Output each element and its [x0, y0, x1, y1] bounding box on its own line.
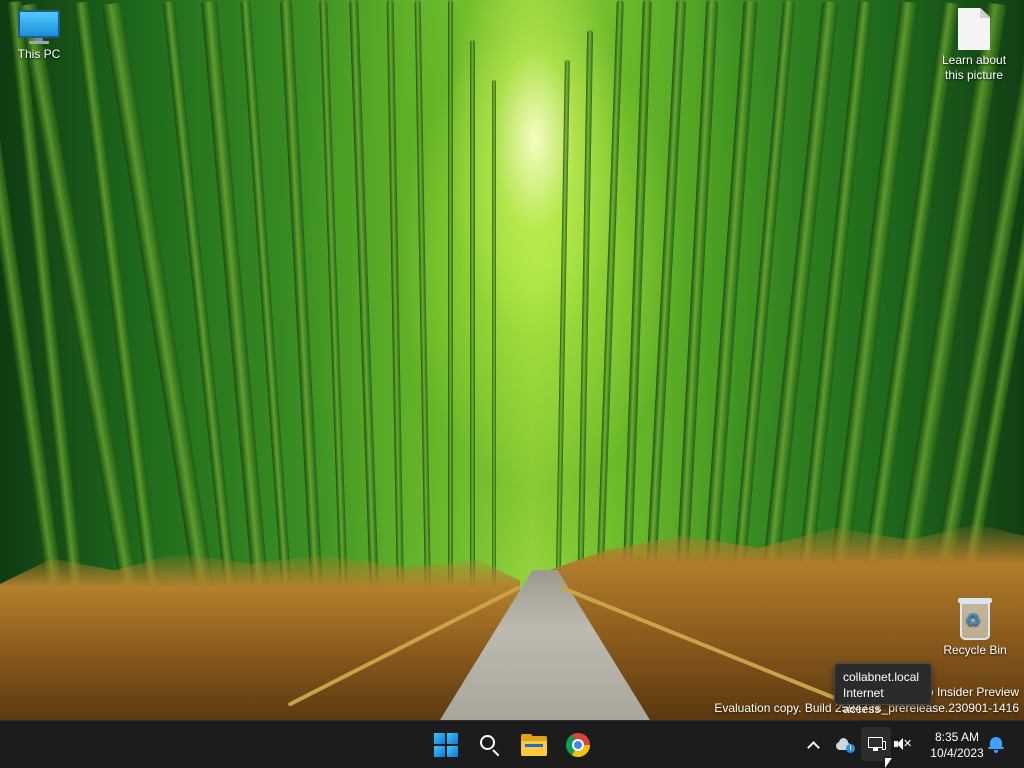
desktop-icon-learn-about-this-picture[interactable]: Learn about this picture [936, 8, 1012, 83]
mouse-cursor [885, 758, 892, 768]
desktop-icon-this-pc[interactable]: This PC [1, 10, 77, 62]
tooltip-network-status: Internet access [843, 686, 884, 716]
notifications-button[interactable] [986, 732, 1006, 756]
clock-date: 10/4/2023 [930, 746, 984, 760]
onedrive-cloud-icon: i [835, 737, 855, 753]
chevron-up-icon [806, 741, 820, 754]
onedrive-tray-button[interactable]: i [834, 733, 856, 757]
search-icon [479, 734, 501, 757]
search-button[interactable] [470, 725, 510, 765]
bamboo-stalk [414, 0, 432, 621]
bamboo-stalk [349, 0, 380, 620]
monitor-icon [18, 10, 60, 44]
file-explorer-button[interactable] [514, 725, 554, 765]
network-tray-button[interactable] [866, 732, 888, 756]
volume-tray-button[interactable]: ✕ [892, 732, 912, 756]
chrome-button[interactable] [558, 725, 598, 765]
taskbar-clock[interactable]: 8:35 AM 10/4/2023 [920, 727, 994, 763]
bamboo-stalk [470, 40, 475, 620]
bamboo-stalk [621, 0, 652, 620]
bamboo-stalk [555, 59, 570, 621]
windows-start-icon [434, 733, 458, 757]
recycle-bin-icon: ♻ [958, 598, 992, 640]
desktop-icon-label: Recycle Bin [943, 643, 1007, 657]
clock-time: 8:35 AM [934, 730, 980, 744]
watermark-edition: o Insider Preview [926, 685, 1019, 699]
speaker-muted-icon: ✕ [893, 736, 912, 752]
grass-left [0, 553, 520, 720]
start-button[interactable] [426, 725, 466, 765]
bamboo-stalk [386, 0, 405, 621]
folder-icon [521, 734, 547, 756]
network-tooltip: collabnet.local Internet access [834, 663, 932, 716]
chrome-icon [566, 733, 590, 757]
desktop-icon-label: This PC [17, 47, 61, 61]
bamboo-stalk [492, 80, 496, 620]
document-icon [958, 8, 990, 50]
show-hidden-icons-button[interactable] [802, 733, 824, 757]
bell-icon [988, 735, 1004, 753]
bamboo-stalk [319, 0, 349, 620]
bamboo-stalk [201, 0, 271, 620]
tooltip-network-name: collabnet.local [843, 670, 920, 684]
bamboo-stalk [595, 0, 624, 620]
network-wired-icon [867, 736, 887, 752]
desktop-icon-recycle-bin[interactable]: ♻ Recycle Bin [937, 598, 1013, 658]
bamboo-stalk [448, 0, 453, 620]
desktop-icon-label: Learn about this picture [941, 53, 1007, 82]
desktop-wallpaper [0, 0, 1024, 720]
bamboo-stalk [576, 29, 594, 621]
